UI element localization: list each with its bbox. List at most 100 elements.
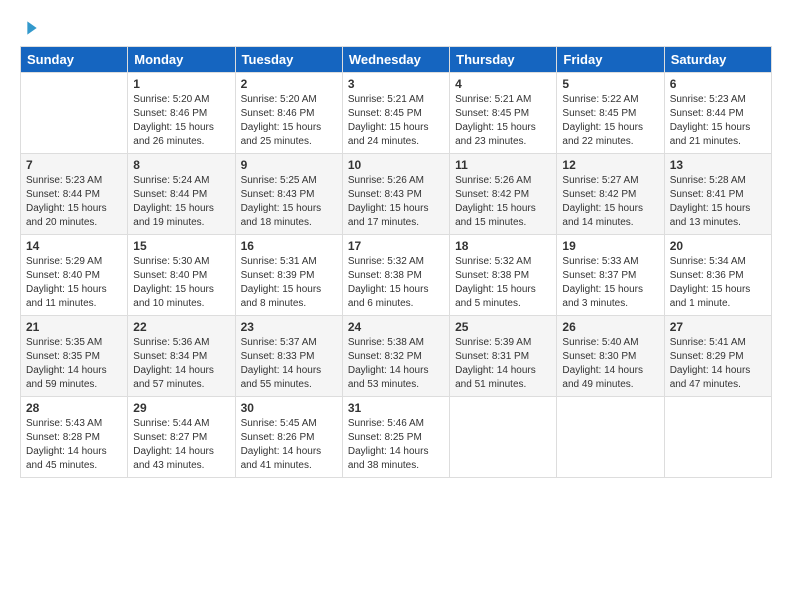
day-info: Sunrise: 5:34 AM Sunset: 8:36 PM Dayligh… <box>670 255 766 311</box>
day-number: 6 <box>670 77 766 91</box>
day-info: Sunrise: 5:30 AM Sunset: 8:40 PM Dayligh… <box>133 255 229 311</box>
day-number: 8 <box>133 158 229 172</box>
calendar-week-row: 7 Sunrise: 5:23 AM Sunset: 8:44 PM Daylig… <box>21 154 772 235</box>
col-friday: Friday <box>557 47 664 73</box>
calendar-week-row: 28 Sunrise: 5:43 AM Sunset: 8:28 PM Dayli… <box>21 397 772 478</box>
day-number: 14 <box>26 239 122 253</box>
table-row: 20 Sunrise: 5:34 AM Sunset: 8:36 PM Dayli… <box>664 235 771 316</box>
day-number: 24 <box>348 320 444 334</box>
table-row: 12Sunrise: 5:27 AM Sunset: 8:42 PM Dayli… <box>557 154 664 235</box>
col-saturday: Saturday <box>664 47 771 73</box>
table-row: 28 Sunrise: 5:43 AM Sunset: 8:28 PM Dayli… <box>21 397 128 478</box>
table-row: 8 Sunrise: 5:24 AM Sunset: 8:44 PM Daylig… <box>128 154 235 235</box>
table-row: 11Sunrise: 5:26 AM Sunset: 8:42 PM Dayli… <box>450 154 557 235</box>
day-info: Sunrise: 5:45 AM Sunset: 8:26 PM Dayligh… <box>241 417 337 473</box>
day-number: 3 <box>348 77 444 91</box>
table-row: 2 Sunrise: 5:20 AM Sunset: 8:46 PM Daylig… <box>235 73 342 154</box>
day-number: 7 <box>26 158 122 172</box>
table-row: 27 Sunrise: 5:41 AM Sunset: 8:29 PM Dayli… <box>664 316 771 397</box>
day-number: 31 <box>348 401 444 415</box>
table-row <box>21 73 128 154</box>
day-info: Sunrise: 5:24 AM Sunset: 8:44 PM Dayligh… <box>133 174 229 230</box>
day-info: Sunrise: 5:35 AM Sunset: 8:35 PM Dayligh… <box>26 336 122 392</box>
day-number: 20 <box>670 239 766 253</box>
table-row: 7 Sunrise: 5:23 AM Sunset: 8:44 PM Daylig… <box>21 154 128 235</box>
day-info: Sunrise: 5:39 AM Sunset: 8:31 PM Dayligh… <box>455 336 551 392</box>
table-row: 15Sunrise: 5:30 AM Sunset: 8:40 PM Dayli… <box>128 235 235 316</box>
table-row: 6Sunrise: 5:23 AM Sunset: 8:44 PM Daylig… <box>664 73 771 154</box>
day-number: 5 <box>562 77 658 91</box>
col-thursday: Thursday <box>450 47 557 73</box>
day-number: 29 <box>133 401 229 415</box>
day-info: Sunrise: 5:26 AM Sunset: 8:43 PM Dayligh… <box>348 174 444 230</box>
page: Sunday Monday Tuesday Wednesday Thursday… <box>0 0 792 488</box>
table-row <box>450 397 557 478</box>
col-monday: Monday <box>128 47 235 73</box>
day-info: Sunrise: 5:38 AM Sunset: 8:32 PM Dayligh… <box>348 336 444 392</box>
day-number: 18 <box>455 239 551 253</box>
day-info: Sunrise: 5:43 AM Sunset: 8:28 PM Dayligh… <box>26 417 122 473</box>
day-number: 9 <box>241 158 337 172</box>
table-row: 14Sunrise: 5:29 AM Sunset: 8:40 PM Dayli… <box>21 235 128 316</box>
logo <box>20 18 42 36</box>
day-info: Sunrise: 5:21 AM Sunset: 8:45 PM Dayligh… <box>455 93 551 149</box>
day-number: 26 <box>562 320 658 334</box>
day-number: 23 <box>241 320 337 334</box>
day-number: 27 <box>670 320 766 334</box>
day-info: Sunrise: 5:37 AM Sunset: 8:33 PM Dayligh… <box>241 336 337 392</box>
table-row: 5 Sunrise: 5:22 AM Sunset: 8:45 PM Daylig… <box>557 73 664 154</box>
table-row: 30Sunrise: 5:45 AM Sunset: 8:26 PM Dayli… <box>235 397 342 478</box>
col-tuesday: Tuesday <box>235 47 342 73</box>
calendar-header-row: Sunday Monday Tuesday Wednesday Thursday… <box>21 47 772 73</box>
table-row: 29 Sunrise: 5:44 AM Sunset: 8:27 PM Dayli… <box>128 397 235 478</box>
day-number: 28 <box>26 401 122 415</box>
day-number: 21 <box>26 320 122 334</box>
day-info: Sunrise: 5:44 AM Sunset: 8:27 PM Dayligh… <box>133 417 229 473</box>
day-info: Sunrise: 5:20 AM Sunset: 8:46 PM Dayligh… <box>241 93 337 149</box>
calendar-week-row: 14Sunrise: 5:29 AM Sunset: 8:40 PM Dayli… <box>21 235 772 316</box>
col-wednesday: Wednesday <box>342 47 449 73</box>
day-info: Sunrise: 5:41 AM Sunset: 8:29 PM Dayligh… <box>670 336 766 392</box>
day-info: Sunrise: 5:36 AM Sunset: 8:34 PM Dayligh… <box>133 336 229 392</box>
table-row: 4 Sunrise: 5:21 AM Sunset: 8:45 PM Daylig… <box>450 73 557 154</box>
day-number: 22 <box>133 320 229 334</box>
day-number: 25 <box>455 320 551 334</box>
table-row: 22 Sunrise: 5:36 AM Sunset: 8:34 PM Dayli… <box>128 316 235 397</box>
day-number: 19 <box>562 239 658 253</box>
table-row: 18Sunrise: 5:32 AM Sunset: 8:38 PM Dayli… <box>450 235 557 316</box>
table-row: 9 Sunrise: 5:25 AM Sunset: 8:43 PM Daylig… <box>235 154 342 235</box>
calendar: Sunday Monday Tuesday Wednesday Thursday… <box>20 46 772 478</box>
table-row: 25 Sunrise: 5:39 AM Sunset: 8:31 PM Dayli… <box>450 316 557 397</box>
day-info: Sunrise: 5:25 AM Sunset: 8:43 PM Dayligh… <box>241 174 337 230</box>
logo-icon <box>22 18 42 38</box>
day-info: Sunrise: 5:23 AM Sunset: 8:44 PM Dayligh… <box>26 174 122 230</box>
table-row: 23 Sunrise: 5:37 AM Sunset: 8:33 PM Dayli… <box>235 316 342 397</box>
table-row: 19 Sunrise: 5:33 AM Sunset: 8:37 PM Dayli… <box>557 235 664 316</box>
day-number: 4 <box>455 77 551 91</box>
day-info: Sunrise: 5:21 AM Sunset: 8:45 PM Dayligh… <box>348 93 444 149</box>
day-info: Sunrise: 5:22 AM Sunset: 8:45 PM Dayligh… <box>562 93 658 149</box>
day-number: 13 <box>670 158 766 172</box>
table-row: 24 Sunrise: 5:38 AM Sunset: 8:32 PM Dayli… <box>342 316 449 397</box>
table-row: 26 Sunrise: 5:40 AM Sunset: 8:30 PM Dayli… <box>557 316 664 397</box>
day-info: Sunrise: 5:31 AM Sunset: 8:39 PM Dayligh… <box>241 255 337 311</box>
day-info: Sunrise: 5:28 AM Sunset: 8:41 PM Dayligh… <box>670 174 766 230</box>
table-row: 1Sunrise: 5:20 AM Sunset: 8:46 PM Daylig… <box>128 73 235 154</box>
table-row: 31Sunrise: 5:46 AM Sunset: 8:25 PM Dayli… <box>342 397 449 478</box>
day-number: 16 <box>241 239 337 253</box>
table-row: 16 Sunrise: 5:31 AM Sunset: 8:39 PM Dayli… <box>235 235 342 316</box>
day-number: 11 <box>455 158 551 172</box>
calendar-week-row: 1 Sunrise: 5:20 AM Sunset: 8:46 PM Daylig… <box>21 73 772 154</box>
day-info: Sunrise: 5:32 AM Sunset: 8:38 PM Dayligh… <box>348 255 444 311</box>
calendar-week-row: 21 Sunrise: 5:35 AM Sunset: 8:35 PM Dayli… <box>21 316 772 397</box>
table-row: 3 Sunrise: 5:21 AM Sunset: 8:45 PM Daylig… <box>342 73 449 154</box>
day-info: Sunrise: 5:33 AM Sunset: 8:37 PM Dayligh… <box>562 255 658 311</box>
day-number: 2 <box>241 77 337 91</box>
day-number: 17 <box>348 239 444 253</box>
table-row: 10Sunrise: 5:26 AM Sunset: 8:43 PM Dayli… <box>342 154 449 235</box>
logo-text <box>20 18 42 38</box>
day-number: 1 <box>133 77 229 91</box>
day-info: Sunrise: 5:40 AM Sunset: 8:30 PM Dayligh… <box>562 336 658 392</box>
day-info: Sunrise: 5:27 AM Sunset: 8:42 PM Dayligh… <box>562 174 658 230</box>
table-row: 17 Sunrise: 5:32 AM Sunset: 8:38 PM Dayli… <box>342 235 449 316</box>
